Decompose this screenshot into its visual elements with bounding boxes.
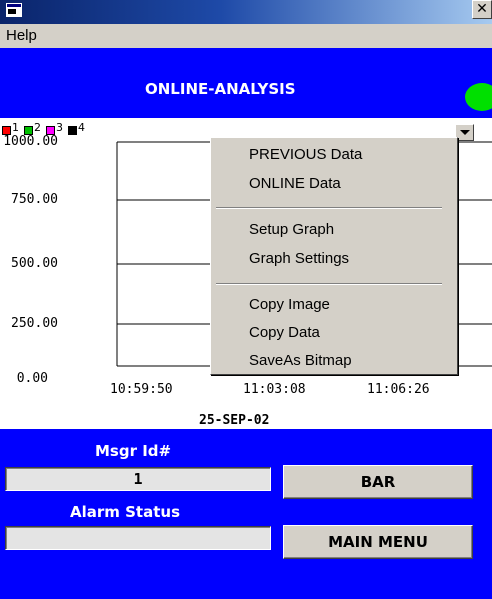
msgr-id-label: Msgr Id# bbox=[95, 442, 172, 460]
alarm-status-field[interactable] bbox=[5, 526, 271, 550]
menu-item-saveas-bitmap[interactable]: SaveAs Bitmap bbox=[249, 352, 352, 369]
alarm-status-label: Alarm Status bbox=[70, 503, 180, 521]
menu-item-online-data[interactable]: ONLINE Data bbox=[249, 175, 341, 192]
menu-bar: Help bbox=[0, 24, 492, 48]
legend-item-4: 4 bbox=[68, 121, 85, 137]
menu-item-copy-data[interactable]: Copy Data bbox=[249, 324, 320, 341]
menu-separator bbox=[216, 207, 442, 209]
menu-item-previous-data[interactable]: PREVIOUS Data bbox=[249, 146, 362, 163]
x-tick-label: 11:06:26 bbox=[367, 382, 430, 397]
chevron-down-icon bbox=[460, 130, 470, 135]
app-icon bbox=[6, 3, 22, 17]
legend-swatch-4 bbox=[68, 126, 77, 135]
context-menu: PREVIOUS Data ONLINE Data Setup Graph Gr… bbox=[210, 137, 458, 375]
y-tick-label: 0.00 bbox=[16, 371, 48, 386]
menu-item-copy-image[interactable]: Copy Image bbox=[249, 296, 330, 313]
menu-separator bbox=[216, 283, 442, 285]
menu-item-graph-settings[interactable]: Graph Settings bbox=[249, 250, 349, 267]
menu-item-setup-graph[interactable]: Setup Graph bbox=[249, 221, 334, 238]
main-menu-button[interactable]: MAIN MENU bbox=[283, 525, 473, 559]
y-tick-label: 250.00 bbox=[11, 316, 58, 331]
y-tick-label: 750.00 bbox=[11, 192, 58, 207]
msgr-id-field[interactable]: 1 bbox=[5, 467, 271, 491]
chart-date-label: 25-SEP-02 bbox=[199, 413, 270, 428]
title-bar: ✕ bbox=[0, 0, 492, 24]
x-tick-label: 11:03:08 bbox=[243, 382, 306, 397]
x-tick-label: 10:59:50 bbox=[110, 382, 173, 397]
close-button[interactable]: ✕ bbox=[472, 0, 492, 19]
page-title: ONLINE-ANALYSIS bbox=[145, 80, 296, 98]
menu-help[interactable]: Help bbox=[6, 27, 37, 44]
y-tick-label: 1000.00 bbox=[3, 134, 58, 149]
y-tick-label: 500.00 bbox=[11, 256, 58, 271]
bar-button[interactable]: BAR bbox=[283, 465, 473, 499]
status-indicator bbox=[465, 83, 492, 111]
